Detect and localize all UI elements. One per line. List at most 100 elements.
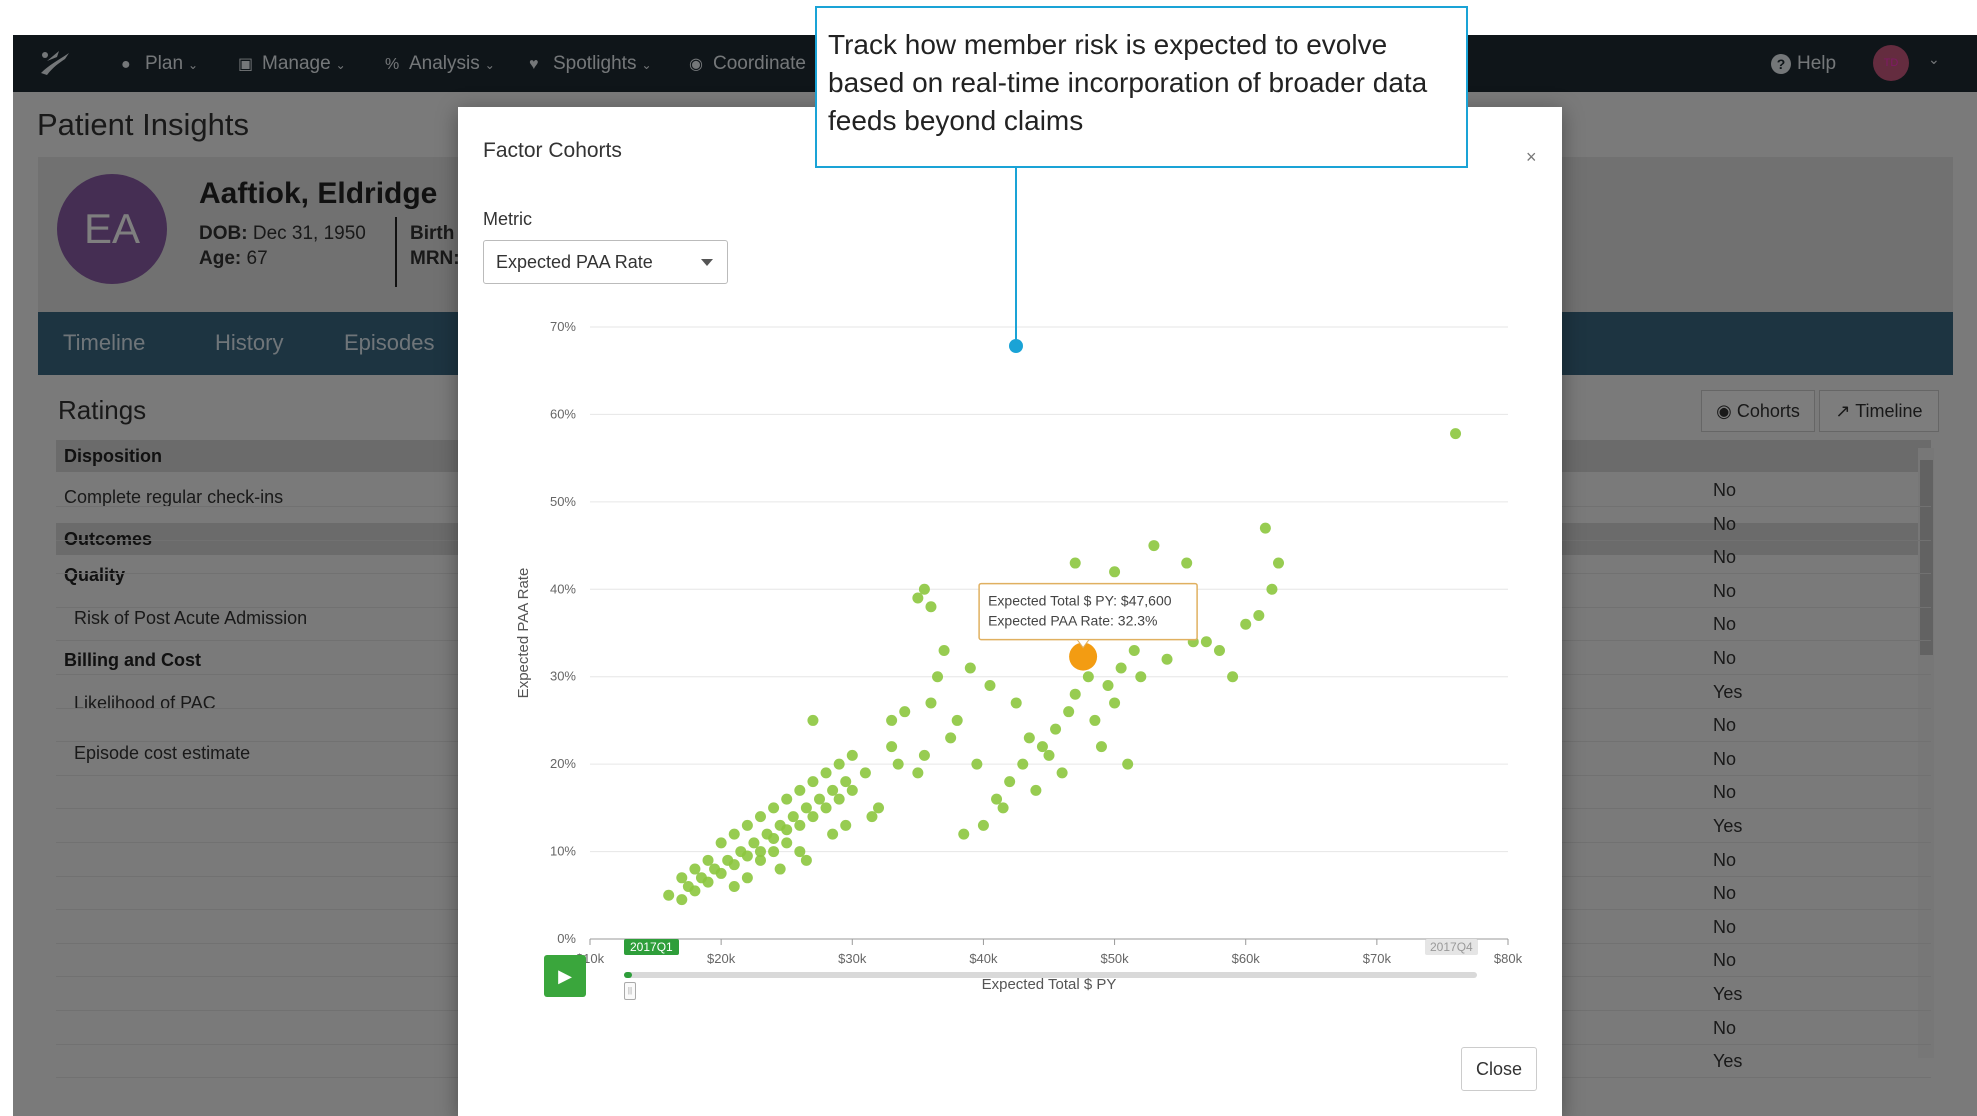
- modal-title: Factor Cohorts: [483, 139, 622, 162]
- data-point: [814, 793, 825, 805]
- y-tick-label: 10%: [550, 844, 576, 859]
- data-point: [1122, 758, 1134, 770]
- data-point: [925, 697, 937, 709]
- time-slider-handle[interactable]: ||: [624, 982, 636, 1000]
- data-point: [1181, 557, 1193, 569]
- data-point: [958, 828, 970, 840]
- data-point: [689, 863, 701, 875]
- data-point: [1063, 706, 1075, 718]
- y-tick-label: 20%: [550, 756, 576, 771]
- data-point: [1259, 522, 1271, 534]
- data-point: [1050, 723, 1062, 735]
- data-point: [1082, 671, 1094, 683]
- data-point: [787, 811, 799, 823]
- data-point: [1148, 540, 1160, 552]
- tooltip-line: Expected PAA Rate: 32.3%: [988, 613, 1157, 629]
- data-point: [1010, 697, 1022, 709]
- metric-label: Metric: [483, 209, 532, 229]
- data-point: [663, 889, 675, 901]
- time-slider-track[interactable]: [624, 972, 1477, 978]
- data-point: [846, 784, 858, 796]
- data-point: [774, 863, 786, 875]
- data-point: [1030, 784, 1042, 796]
- data-point: [964, 662, 976, 674]
- data-point: [827, 784, 839, 796]
- caret-down-icon[interactable]: [701, 259, 713, 266]
- y-tick-label: 0%: [557, 931, 576, 946]
- callout-connector: [1015, 168, 1017, 345]
- data-point: [1109, 697, 1121, 709]
- data-point: [1135, 671, 1147, 683]
- data-point: [741, 850, 753, 862]
- data-point: [676, 872, 688, 884]
- data-point: [1095, 741, 1107, 753]
- data-point: [951, 714, 963, 726]
- time-slider-fill: [624, 972, 632, 978]
- data-point: [846, 749, 858, 761]
- data-point: [997, 802, 1009, 814]
- data-point: [702, 854, 714, 866]
- close-icon[interactable]: ×: [1526, 147, 1537, 168]
- data-point: [1253, 610, 1265, 622]
- data-point: [918, 583, 930, 595]
- data-point: [892, 758, 904, 770]
- data-point: [859, 767, 871, 779]
- data-point: [768, 832, 780, 844]
- x-tick-label: $80k: [1494, 951, 1523, 966]
- scatter-chart: 0%10%20%30%40%50%60%70%$10k $20k $30k $40k $…: [515, 319, 1523, 993]
- tooltip-line: Expected Total $ PY: $47,600: [988, 593, 1172, 609]
- y-tick-label: 60%: [550, 406, 576, 421]
- data-point: [748, 837, 760, 849]
- x-tick-label: $60k: [1232, 951, 1261, 966]
- data-point: [689, 885, 701, 897]
- data-point: [768, 846, 780, 858]
- data-point: [833, 758, 845, 770]
- data-point: [1213, 644, 1225, 656]
- data-point: [741, 872, 753, 884]
- data-point: [984, 679, 996, 691]
- data-point: [728, 828, 740, 840]
- data-point: [781, 793, 793, 805]
- data-point: [800, 854, 812, 866]
- data-point: [800, 802, 812, 814]
- y-axis-label: Expected PAA Rate: [515, 568, 532, 699]
- data-point: [1115, 662, 1127, 674]
- data-point: [833, 793, 845, 805]
- data-point: [1023, 732, 1035, 744]
- data-point: [754, 811, 766, 823]
- data-point: [1161, 653, 1173, 665]
- data-point: [820, 767, 832, 779]
- data-point: [1266, 583, 1278, 595]
- slider-end-label: 2017Q4: [1425, 939, 1478, 955]
- data-point: [820, 802, 832, 814]
- slider-start-label: 2017Q1: [624, 939, 679, 955]
- x-tick-label: $30k: [838, 951, 867, 966]
- data-point: [754, 854, 766, 866]
- annotation-callout: Track how member risk is expected to evo…: [815, 6, 1468, 168]
- data-point: [899, 706, 911, 718]
- data-point: [794, 784, 806, 796]
- data-point: [807, 714, 819, 726]
- data-point: [1227, 671, 1239, 683]
- x-tick-label: $20k: [707, 951, 736, 966]
- data-point: [741, 819, 753, 831]
- data-point: [807, 776, 819, 788]
- data-point: [912, 592, 924, 604]
- data-point: [1069, 557, 1081, 569]
- y-tick-label: 40%: [550, 581, 576, 596]
- data-point: [781, 837, 793, 849]
- play-button[interactable]: ▶: [544, 955, 586, 997]
- data-point: [728, 859, 740, 871]
- data-point: [932, 671, 944, 683]
- data-point: [1043, 749, 1055, 761]
- data-point: [918, 749, 930, 761]
- data-point: [866, 811, 878, 823]
- data-point: [794, 846, 806, 858]
- data-point: [781, 824, 793, 836]
- data-point: [1128, 644, 1140, 656]
- data-point: [945, 732, 957, 744]
- data-point: [1273, 557, 1284, 569]
- y-tick-label: 70%: [550, 319, 576, 334]
- close-button[interactable]: Close: [1461, 1047, 1537, 1091]
- app-window: ●Plan⌄ ▣Manage⌄ %Analysis⌄ ♥Spotlights⌄ …: [13, 35, 1977, 1116]
